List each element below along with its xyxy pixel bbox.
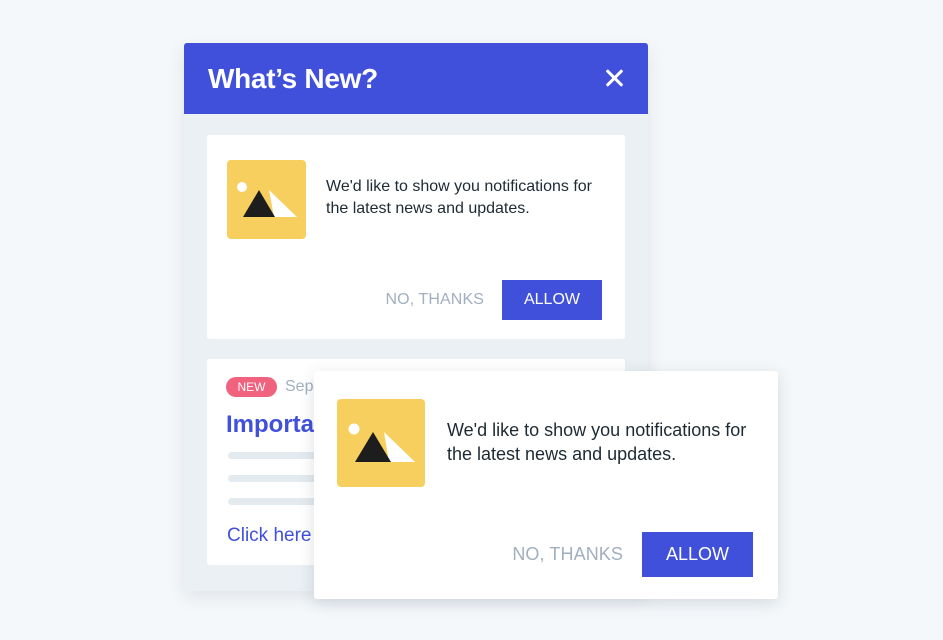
image-placeholder-icon <box>337 399 425 487</box>
article-date: Sep <box>285 378 314 395</box>
allow-button[interactable]: ALLOW <box>642 532 753 577</box>
article-link[interactable]: Click here <box>227 524 311 548</box>
no-thanks-button[interactable]: NO, THANKS <box>512 543 623 565</box>
allow-button[interactable]: ALLOW <box>502 280 602 320</box>
notification-popup: We'd like to show you notifications for … <box>314 371 778 599</box>
popup-message: We'd like to show you notifications for … <box>447 420 747 464</box>
image-placeholder-icon <box>227 160 306 239</box>
notification-card: We'd like to show you notifications for … <box>207 135 625 339</box>
new-badge: NEW <box>226 377 277 397</box>
article-title[interactable]: Importa <box>226 410 314 440</box>
no-thanks-button[interactable]: NO, THANKS <box>386 290 485 310</box>
panel-header: What’s New? <box>184 43 648 114</box>
panel-title: What’s New? <box>208 63 378 94</box>
close-icon[interactable] <box>604 67 626 89</box>
notification-message: We'd like to show you notifications for … <box>326 178 592 217</box>
